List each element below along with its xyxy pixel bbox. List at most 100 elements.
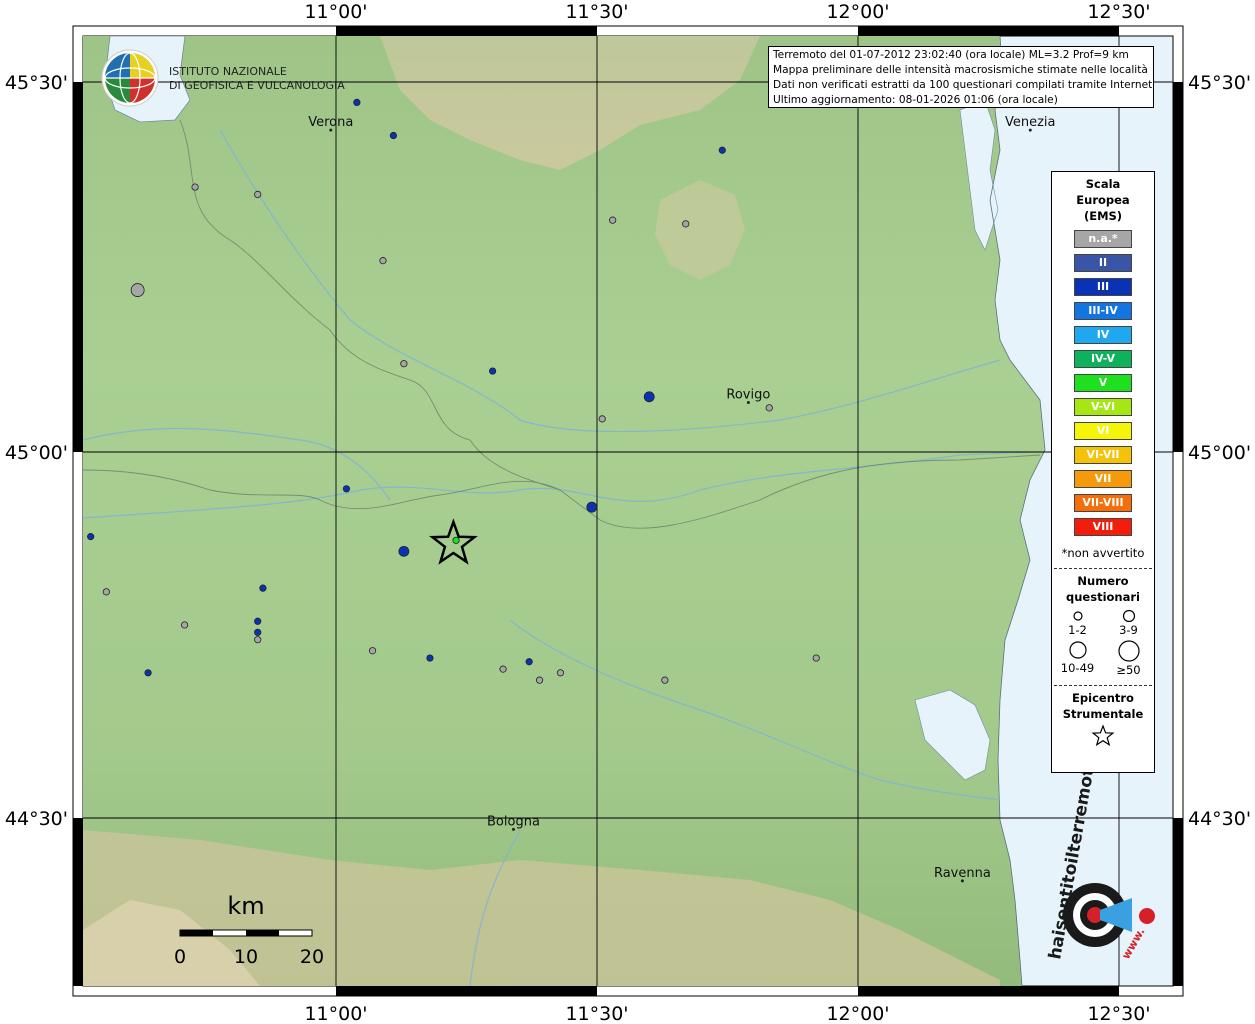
map-legend: Scala Europea (EMS) n.a.* II III III-IV IV IV… — [1051, 171, 1155, 773]
legend-note: *non avvertito — [1061, 546, 1145, 560]
city-label-2: Rovigo — [726, 387, 770, 402]
info-line-4: Ultimo aggiornamento: 08-01-2026 01:06 (… — [773, 94, 1058, 106]
info-line-2: Mappa preliminare delle intensità macros… — [773, 64, 1148, 76]
info-line-1: Terremoto del 01-07-2012 23:02:40 (ora l… — [773, 49, 1129, 61]
intensity-point-27 — [426, 654, 434, 662]
intensity-point-4 — [718, 146, 726, 154]
intensity-point-13 — [643, 391, 655, 403]
legend-scale-title-1: Scala — [1085, 177, 1121, 191]
legend-class-8: VI — [1074, 422, 1132, 440]
legend-epi-title-1: Epicentro — [1072, 691, 1134, 705]
intensity-point-15 — [398, 545, 410, 557]
scale-tick-10: 10 — [234, 946, 258, 968]
intensity-point-28 — [499, 665, 507, 673]
size-label-3: 10-49 — [1060, 661, 1095, 675]
size-label-1: 1-2 — [1068, 623, 1087, 637]
intensity-point-5 — [191, 183, 199, 191]
intensity-point-18 — [87, 533, 95, 541]
legend-count-title: Numero questionari — [1052, 573, 1154, 605]
lat-label-4530-right: 45°30' — [1188, 72, 1251, 94]
size-label-2: 3-9 — [1119, 623, 1138, 637]
lon-label-1130-bottom: 11°30' — [565, 1003, 628, 1024]
intensity-point-6 — [254, 190, 262, 198]
intensity-point-14 — [342, 485, 351, 493]
legend-class-12: VIII — [1074, 518, 1132, 536]
city-label-4: Ravenna — [934, 866, 991, 881]
intensity-point-25 — [254, 628, 262, 636]
legend-divider — [1054, 568, 1152, 569]
legend-class-9: VI-VII — [1074, 446, 1132, 464]
legend-intensity-classes: n.a.* II III III-IV IV IV-V V V-VI VI VI-VII VII VI… — [1052, 230, 1154, 536]
scale-tick-0: 0 — [174, 946, 186, 968]
size-item-4: ≥50 — [1103, 639, 1154, 677]
legend-size-grid: 1-2 3-9 10-49 ≥50 — [1052, 609, 1154, 677]
intensity-point-7 — [379, 257, 387, 265]
earthquake-info-box: Terremoto del 01-07-2012 23:02:40 (ora l… — [768, 46, 1154, 108]
legend-class-5: IV-V — [1074, 350, 1132, 368]
size-item-1: 1-2 — [1052, 609, 1103, 637]
legend-class-0: n.a.* — [1074, 230, 1132, 248]
intensity-point-2 — [609, 216, 617, 224]
city-label-3: Bologna — [487, 814, 540, 829]
size-item-3: 10-49 — [1052, 639, 1103, 677]
legend-class-7: V-VI — [1074, 398, 1132, 416]
intensity-point-29 — [525, 658, 533, 666]
intensity-point-32 — [535, 676, 544, 684]
legend-star-icon — [1091, 724, 1115, 747]
lon-label-1100-bottom: 11°00' — [304, 1003, 367, 1024]
scale-unit: km — [227, 892, 264, 920]
intensity-point-19 — [102, 588, 110, 596]
intensity-point-8 — [130, 283, 145, 297]
legend-epicenter-title: Epicentro Strumentale — [1052, 690, 1154, 722]
legend-class-4: IV — [1074, 326, 1132, 344]
intensity-point-24 — [181, 621, 189, 629]
legend-class-2: III — [1074, 278, 1132, 296]
legend-divider-2 — [1054, 685, 1152, 686]
lon-label-1100-top: 11°00' — [304, 1, 367, 23]
legend-count-title-1: Numero — [1077, 574, 1129, 588]
city-label-1: Venezia — [1005, 115, 1056, 130]
intensity-point-10 — [488, 367, 497, 375]
legend-class-10: VII — [1074, 470, 1132, 488]
lon-label-1230-bottom: 12°30' — [1087, 1003, 1150, 1024]
intensity-point-9 — [400, 360, 408, 368]
institute-line1: ISTITUTO NAZIONALE — [169, 65, 287, 78]
land-area — [83, 36, 1045, 986]
size-label-4: ≥50 — [1116, 663, 1141, 677]
lat-label-4530-left: 45°30' — [5, 72, 68, 94]
lon-label-1230-top: 12°30' — [1087, 1, 1150, 23]
legend-class-3: III-IV — [1074, 302, 1132, 320]
intensity-point-23 — [144, 669, 152, 677]
intensity-point-1 — [389, 131, 398, 140]
lon-label-1200-bottom: 12°00' — [826, 1003, 889, 1024]
city-label-0: Verona — [308, 115, 353, 130]
intensity-point-21 — [254, 636, 262, 644]
intensity-point-3 — [682, 220, 690, 228]
lon-label-1130-top: 11°30' — [565, 1, 628, 23]
legend-scale-title-3: (EMS) — [1083, 209, 1123, 223]
intensity-point-20 — [259, 584, 267, 592]
legend-class-11: VII-VIII — [1074, 494, 1132, 512]
intensity-point-0 — [353, 98, 361, 107]
legend-class-6: V — [1074, 374, 1132, 392]
size-item-2: 3-9 — [1103, 609, 1154, 637]
legend-scale-title-2: Europea — [1076, 193, 1130, 207]
legend-count-title-2: questionari — [1066, 590, 1140, 604]
lat-label-4430-left: 44°30' — [5, 808, 68, 830]
intensity-point-17 — [452, 536, 460, 544]
intensity-point-31 — [661, 676, 669, 684]
scale-tick-20: 20 — [300, 946, 324, 968]
lat-label-4500-left: 45°00' — [5, 442, 68, 464]
intensity-point-16 — [586, 501, 598, 513]
intensity-point-33 — [812, 654, 820, 662]
intensity-point-12 — [598, 415, 606, 423]
intensity-point-26 — [368, 647, 377, 655]
lat-label-4430-right: 44°30' — [1188, 808, 1251, 830]
lon-label-1200-top: 12°00' — [826, 1, 889, 23]
institute-line2: DI GEOFISICA E VULCANOLOGIA — [169, 79, 345, 92]
info-line-3: Dati non verificati estratti da 100 ques… — [773, 79, 1154, 91]
lat-label-4500-right: 45°00' — [1188, 442, 1251, 464]
legend-epi-title-2: Strumentale — [1062, 707, 1144, 721]
legend-scale-title: Scala Europea (EMS) — [1052, 176, 1154, 224]
legend-class-1: II — [1074, 254, 1132, 272]
